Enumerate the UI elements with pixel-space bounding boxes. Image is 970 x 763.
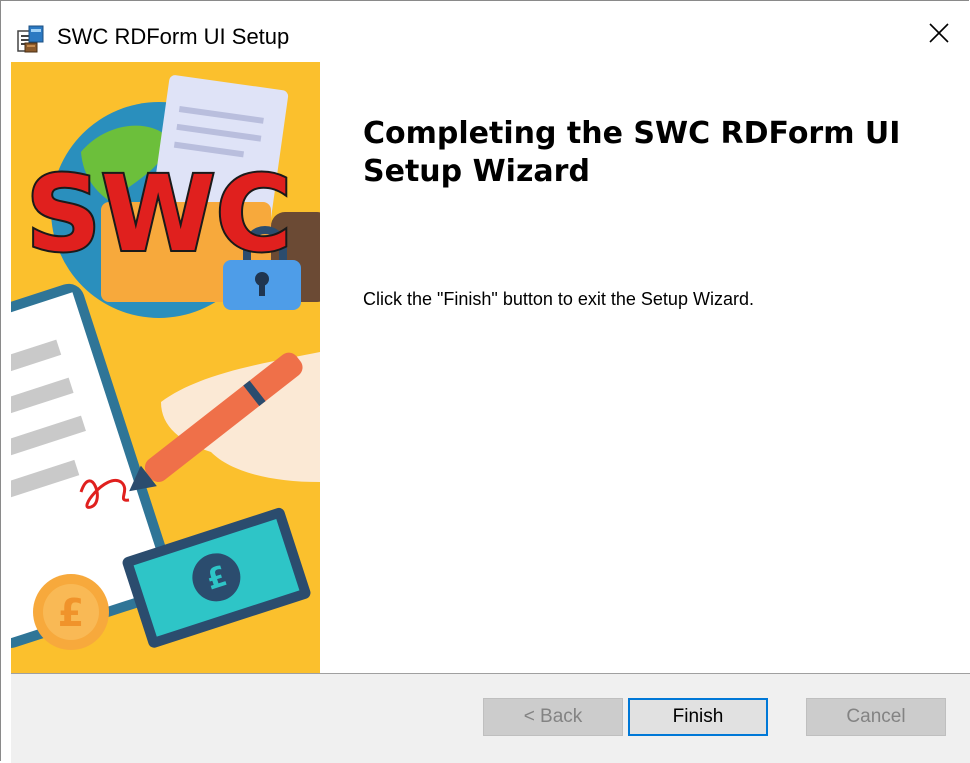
- cancel-button[interactable]: Cancel: [806, 698, 946, 736]
- wizard-banner-image: £ £ SWC: [11, 62, 320, 673]
- finish-button[interactable]: Finish: [628, 698, 768, 736]
- swc-logo-text: SWC: [26, 153, 292, 275]
- close-icon: [928, 22, 950, 49]
- installer-window: SWC RDForm UI Setup £ £ SWC Completing t…: [0, 0, 970, 763]
- wizard-message: Click the "Finish" button to exit the Se…: [363, 289, 754, 309]
- back-button[interactable]: < Back: [483, 698, 623, 736]
- close-button[interactable]: [908, 11, 970, 59]
- installer-app-icon: [15, 23, 47, 55]
- svg-text:£: £: [58, 591, 84, 635]
- wizard-heading: Completing the SWC RDForm UI Setup Wizar…: [363, 116, 901, 189]
- title-bar: SWC RDForm UI Setup: [1, 1, 970, 61]
- banner-illustration: £ £ SWC: [11, 75, 320, 650]
- window-title: SWC RDForm UI Setup: [57, 24, 290, 49]
